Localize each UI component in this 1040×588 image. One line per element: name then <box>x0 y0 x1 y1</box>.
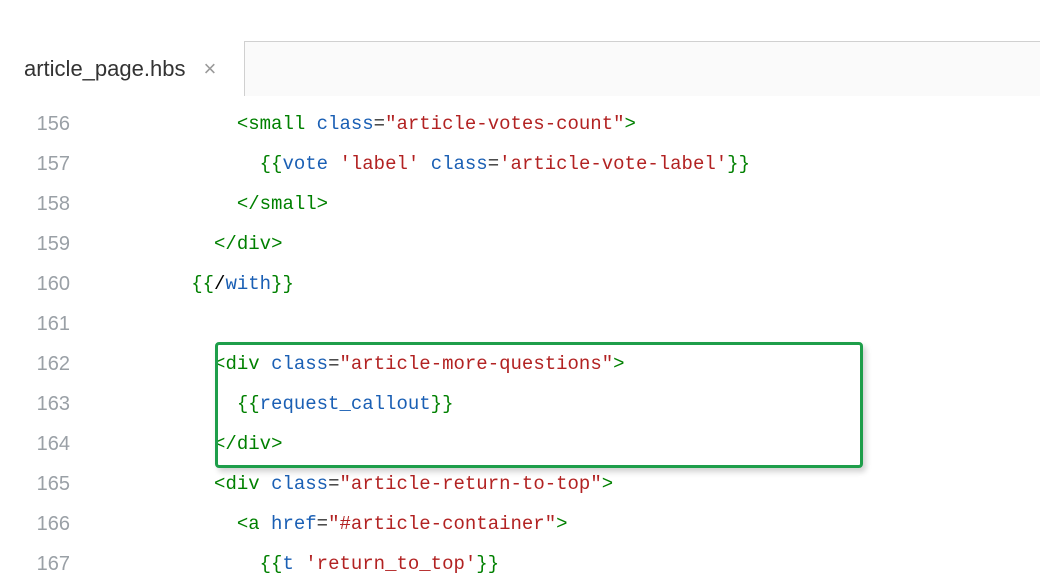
file-tab[interactable]: article_page.hbs × <box>0 42 244 96</box>
code-line[interactable]: {{/with}} <box>100 264 750 304</box>
code-line[interactable]: {{t 'return_to_top'}} <box>100 544 750 584</box>
code-line[interactable]: {{request_callout}} <box>100 384 750 424</box>
line-number: 159 <box>0 224 80 264</box>
code-line[interactable]: </div> <box>100 424 750 464</box>
line-number: 161 <box>0 304 80 344</box>
tab-filename: article_page.hbs <box>24 56 185 82</box>
code-line[interactable]: {{vote 'label' class='article-vote-label… <box>100 144 750 184</box>
line-number: 166 <box>0 504 80 544</box>
line-number: 160 <box>0 264 80 304</box>
line-number: 165 <box>0 464 80 504</box>
code-line[interactable]: </small> <box>100 184 750 224</box>
tab-bar-empty <box>244 41 1040 96</box>
line-number: 162 <box>0 344 80 384</box>
line-number: 157 <box>0 144 80 184</box>
code-line[interactable]: </div> <box>100 224 750 264</box>
line-number-gutter: 156157158159160161162163164165166167 <box>0 96 80 584</box>
line-number: 163 <box>0 384 80 424</box>
line-number: 158 <box>0 184 80 224</box>
line-number: 167 <box>0 544 80 584</box>
code-line[interactable]: <div class="article-return-to-top"> <box>100 464 750 504</box>
code-line[interactable]: <a href="#article-container"> <box>100 504 750 544</box>
tab-bar: article_page.hbs × <box>0 0 1040 96</box>
code-line[interactable] <box>100 304 750 344</box>
code-line[interactable]: <small class="article-votes-count"> <box>100 104 750 144</box>
code-line[interactable]: <div class="article-more-questions"> <box>100 344 750 384</box>
close-icon[interactable]: × <box>203 58 216 80</box>
line-number: 156 <box>0 104 80 144</box>
line-number: 164 <box>0 424 80 464</box>
code-area[interactable]: <small class="article-votes-count"> {{vo… <box>100 96 750 584</box>
